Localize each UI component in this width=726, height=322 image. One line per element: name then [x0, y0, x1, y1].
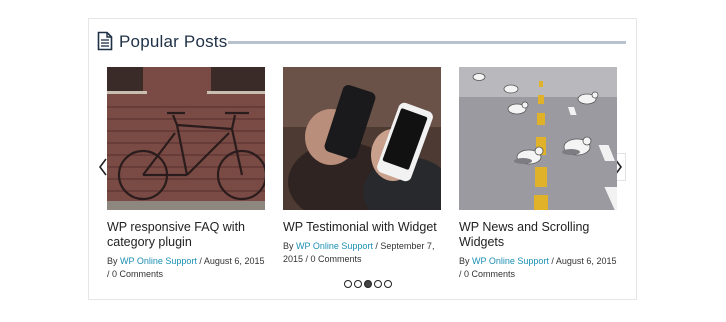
meta-by-label: By	[459, 256, 470, 266]
title-divider	[228, 41, 626, 44]
slider-dot-1[interactable]	[344, 280, 352, 288]
author-link[interactable]: WP Online Support	[472, 256, 549, 266]
post-thumbnail-bicycle[interactable]	[107, 67, 265, 210]
post-meta: By WP Online Support / September 7, 2015…	[283, 240, 441, 266]
meta-by-label: By	[283, 241, 294, 251]
post-title-link[interactable]: WP News and Scrolling Widgets	[459, 220, 617, 250]
post-card: WP Testimonial with Widget By WP Online …	[283, 67, 441, 266]
post-title-link[interactable]: WP Testimonial with Widget	[283, 220, 441, 235]
slider-dot-3[interactable]	[364, 280, 372, 288]
slider-dot-5[interactable]	[384, 280, 392, 288]
smartphones-photo	[283, 67, 441, 210]
post-card: WP responsive FAQ with category plugin B…	[107, 67, 265, 281]
post-card: WP News and Scrolling Widgets By WP Onli…	[459, 67, 617, 281]
post-thumbnail-seagulls[interactable]	[459, 67, 617, 210]
widget-title: Popular Posts	[119, 32, 228, 51]
widget-header: Popular Posts	[97, 31, 627, 57]
popular-posts-widget: Popular Posts WP responsive FAQ with cat…	[88, 18, 637, 300]
post-title-link[interactable]: WP responsive FAQ with category plugin	[107, 220, 265, 250]
post-thumbnail-smartphones[interactable]	[283, 67, 441, 210]
post-meta: By WP Online Support / August 6, 2015 / …	[107, 255, 265, 281]
post-meta: By WP Online Support / August 6, 2015 / …	[459, 255, 617, 281]
slider-pagination	[344, 280, 392, 288]
meta-by-label: By	[107, 256, 118, 266]
author-link[interactable]: WP Online Support	[296, 241, 373, 251]
bicycle-photo	[107, 67, 265, 210]
author-link[interactable]: WP Online Support	[120, 256, 197, 266]
document-icon	[97, 31, 113, 51]
slider-dot-4[interactable]	[374, 280, 382, 288]
slider-dot-2[interactable]	[354, 280, 362, 288]
seagulls-road-photo	[459, 67, 617, 210]
